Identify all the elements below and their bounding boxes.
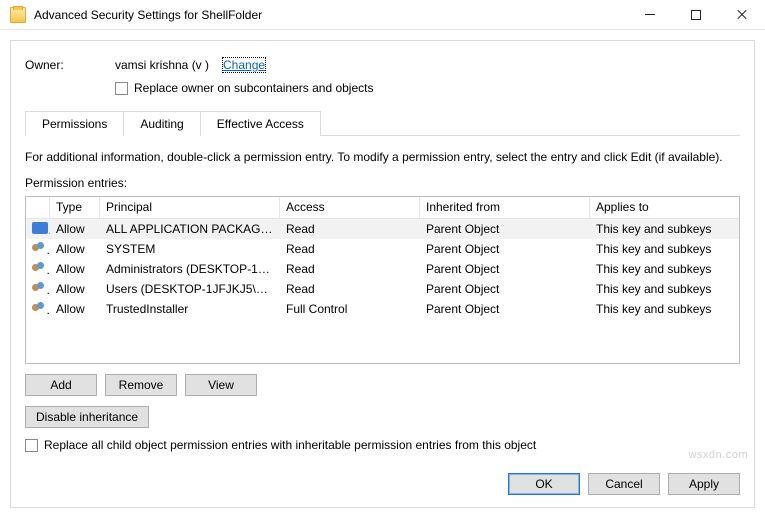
cell-inherited: Parent Object — [420, 282, 590, 296]
table-row[interactable]: AllowUsers (DESKTOP-1JFJKJ5\Users)ReadPa… — [26, 279, 739, 299]
titlebar: Advanced Security Settings for ShellFold… — [0, 0, 765, 30]
close-icon — [736, 9, 748, 21]
tab-effective-access[interactable]: Effective Access — [200, 111, 321, 136]
ok-button[interactable]: OK — [508, 473, 580, 495]
cell-inherited: Parent Object — [420, 302, 590, 316]
cell-applies: This key and subkeys — [590, 302, 739, 316]
col-icon[interactable] — [26, 197, 50, 219]
col-access[interactable]: Access — [280, 197, 420, 219]
cell-principal: Users (DESKTOP-1JFJKJ5\Users) — [100, 282, 280, 296]
owner-value: vamsi krishna (v ) — [115, 58, 209, 72]
watermark: wsxdn.com — [688, 449, 748, 461]
cell-applies: This key and subkeys — [590, 242, 739, 256]
close-button[interactable] — [719, 0, 765, 29]
table-header: Type Principal Access Inherited from App… — [26, 197, 739, 219]
cell-principal: TrustedInstaller — [100, 302, 280, 316]
cell-access: Full Control — [280, 302, 420, 316]
maximize-icon — [691, 10, 701, 20]
cancel-button[interactable]: Cancel — [588, 473, 660, 495]
add-button[interactable]: Add — [25, 374, 97, 396]
cell-applies: This key and subkeys — [590, 282, 739, 296]
cell-type: Allow — [50, 262, 100, 276]
view-button[interactable]: View — [185, 374, 257, 396]
cell-principal: ALL APPLICATION PACKAGES — [100, 222, 280, 236]
package-icon — [32, 222, 48, 234]
cell-applies: This key and subkeys — [590, 222, 739, 236]
col-principal[interactable]: Principal — [100, 197, 280, 219]
replace-owner-label: Replace owner on subcontainers and objec… — [134, 81, 373, 95]
cell-principal: Administrators (DESKTOP-1JF... — [100, 262, 280, 276]
info-text: For additional information, double-click… — [25, 150, 740, 164]
tab-auditing[interactable]: Auditing — [123, 111, 200, 136]
people-icon — [32, 262, 46, 274]
table-row[interactable]: AllowTrustedInstallerFull ControlParent … — [26, 299, 739, 319]
permission-entries-label: Permission entries: — [25, 176, 740, 190]
apply-button[interactable]: Apply — [668, 473, 740, 495]
table-row[interactable]: AllowAdministrators (DESKTOP-1JF...ReadP… — [26, 259, 739, 279]
folder-icon — [10, 7, 26, 23]
minimize-icon — [645, 14, 655, 15]
cell-applies: This key and subkeys — [590, 262, 739, 276]
tab-permissions[interactable]: Permissions — [25, 111, 124, 136]
people-icon — [32, 242, 46, 254]
disable-inheritance-button[interactable]: Disable inheritance — [25, 406, 149, 428]
window-title: Advanced Security Settings for ShellFold… — [34, 8, 627, 22]
cell-inherited: Parent Object — [420, 222, 590, 236]
cell-principal: SYSTEM — [100, 242, 280, 256]
cell-type: Allow — [50, 242, 100, 256]
table-body: AllowALL APPLICATION PACKAGESReadParent … — [26, 219, 739, 319]
col-applies[interactable]: Applies to — [590, 197, 739, 219]
people-icon — [32, 282, 46, 294]
change-owner-link[interactable]: Change — [223, 58, 265, 72]
owner-label: Owner: — [25, 58, 115, 72]
cell-access: Read — [280, 262, 420, 276]
col-type[interactable]: Type — [50, 197, 100, 219]
people-icon — [32, 302, 46, 314]
cell-type: Allow — [50, 222, 100, 236]
tabs: Permissions Auditing Effective Access — [25, 111, 740, 136]
replace-all-checkbox[interactable] — [25, 439, 38, 452]
table-row[interactable]: AllowSYSTEMReadParent ObjectThis key and… — [26, 239, 739, 259]
permissions-table: Type Principal Access Inherited from App… — [25, 196, 740, 364]
replace-all-label: Replace all child object permission entr… — [44, 438, 536, 452]
cell-type: Allow — [50, 282, 100, 296]
cell-inherited: Parent Object — [420, 242, 590, 256]
replace-owner-checkbox[interactable] — [115, 82, 128, 95]
remove-button[interactable]: Remove — [105, 374, 177, 396]
col-inherited[interactable]: Inherited from — [420, 197, 590, 219]
cell-access: Read — [280, 282, 420, 296]
cell-inherited: Parent Object — [420, 262, 590, 276]
minimize-button[interactable] — [627, 0, 673, 29]
maximize-button[interactable] — [673, 0, 719, 29]
cell-access: Read — [280, 242, 420, 256]
cell-type: Allow — [50, 302, 100, 316]
cell-access: Read — [280, 222, 420, 236]
main-panel: Owner: vamsi krishna (v ) Change Replace… — [10, 40, 755, 508]
table-row[interactable]: AllowALL APPLICATION PACKAGESReadParent … — [26, 219, 739, 239]
